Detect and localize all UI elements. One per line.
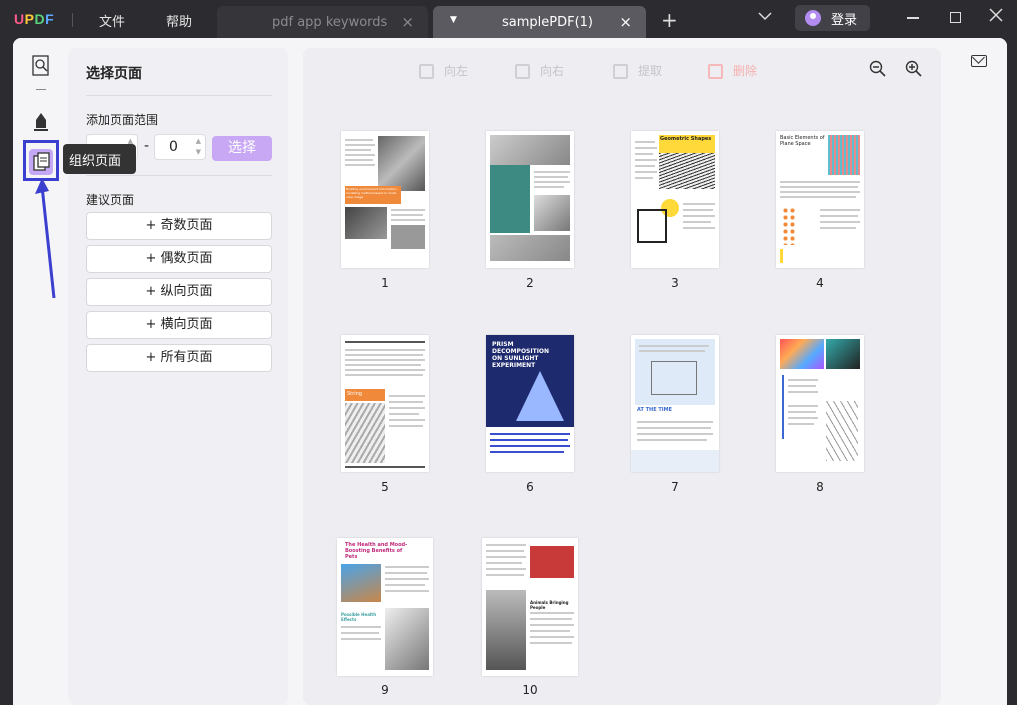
page-thumbnail[interactable]: PRISM DECOMPOSITION ON SUNLIGHT EXPERIME… [486,335,574,472]
page-number: 9 [381,683,389,697]
landscape-pages-button[interactable]: + 横向页面 [86,311,272,339]
range-label: 添加页面范围 [86,113,159,127]
tooltip-organize-pages: 组织页面 [63,144,136,174]
zoom-out-icon[interactable] [869,60,887,83]
title-separator [72,13,73,27]
page-thumbnail[interactable]: Animals Bringing People [482,538,578,676]
page-thumbnail[interactable]: Building environment information modelin… [341,131,429,268]
page-number: 2 [526,276,534,290]
chevron-down-icon[interactable] [758,10,772,25]
page-number: 6 [526,480,534,494]
page-thumbnail[interactable]: The Health and Mood-Boosting Benefits of… [337,538,433,676]
spin-up-icon[interactable]: ▲ [196,137,201,145]
trash-icon [708,64,723,79]
page-number: 5 [381,480,389,494]
rotate-left-icon [419,64,434,79]
rotate-right-button[interactable]: 向右 [515,62,564,84]
page-thumbnail[interactable] [776,335,864,472]
close-icon[interactable]: × [619,13,632,31]
page-number: 1 [381,276,389,290]
avatar-icon [805,10,821,26]
page-number: 8 [816,480,824,494]
zoom-in-icon[interactable] [905,60,923,83]
close-icon[interactable]: × [401,13,414,31]
title-bar: UPDF 文件 帮助 pdf app keywords × ▼ samplePD… [0,0,1017,40]
annotation-arrow [35,178,56,299]
page-number: 10 [522,683,538,697]
spin-down-icon[interactable]: ▼ [196,148,201,156]
page-thumbnail[interactable]: Basic Elements of Plane Space [776,131,864,268]
dropdown-icon[interactable]: ▼ [450,15,457,25]
new-tab-button[interactable]: + [661,8,678,32]
divider [86,95,272,96]
page-number: 7 [671,480,679,494]
select-button[interactable]: 选择 [212,136,272,161]
rotate-left-button[interactable]: 向左 [419,62,468,84]
all-pages-button[interactable]: + 所有页面 [86,344,272,372]
page-number: 3 [671,276,679,290]
main-window: 组织页面 选择页面 添加页面范围 ▲ ▼ - 0 ▲ ▼ 选择 建议页面 + 奇… [13,38,1007,705]
left-toolbar [13,38,67,705]
maximize-icon[interactable] [950,12,961,23]
page-thumbnail[interactable]: Geometric Shapes [631,131,719,268]
page-number: 4 [816,276,824,290]
odd-pages-button[interactable]: + 奇数页面 [86,212,272,240]
range-dash: - [144,138,150,154]
tab-samplepdf[interactable]: ▼ samplePDF(1) × [433,6,646,40]
tab-label: pdf app keywords [272,15,388,30]
rotate-right-icon [515,64,530,79]
page-thumbnail[interactable]: AT THE TIME [631,335,719,472]
mail-icon[interactable] [971,55,987,67]
menu-help[interactable]: 帮助 [166,11,192,30]
menu-file[interactable]: 文件 [99,11,125,30]
right-toolbar [943,38,1007,705]
tab-label: samplePDF(1) [502,15,594,30]
panel-title: 选择页面 [86,66,142,82]
highlight-box [23,140,59,181]
page-thumbnail[interactable] [486,131,574,268]
delete-button[interactable]: 删除 [708,62,757,84]
range-to-value: 0 [169,139,178,155]
extract-button[interactable]: 提取 [613,62,662,84]
page-thumbnails-area: 向左 向右 提取 删除 Building environment informa… [303,48,941,705]
tab-pdf-app-keywords[interactable]: pdf app keywords × [217,6,428,40]
updf-logo: UPDF [14,11,55,27]
suggest-label: 建议页面 [86,193,135,207]
login-label: 登录 [831,13,858,28]
portrait-pages-button[interactable]: + 纵向页面 [86,278,272,306]
page-thumbnail[interactable]: String [341,335,429,472]
even-pages-button[interactable]: + 偶数页面 [86,245,272,273]
close-window-icon[interactable] [989,8,1003,26]
reader-mode-icon[interactable] [29,53,53,79]
comment-pen-icon[interactable] [29,108,53,134]
login-button[interactable]: 登录 [795,5,870,31]
minimize-icon[interactable] [907,17,919,19]
extract-icon [613,64,628,79]
divider [86,175,272,176]
toolbar-divider [36,89,46,90]
range-to-input[interactable]: 0 ▲ ▼ [154,134,206,160]
